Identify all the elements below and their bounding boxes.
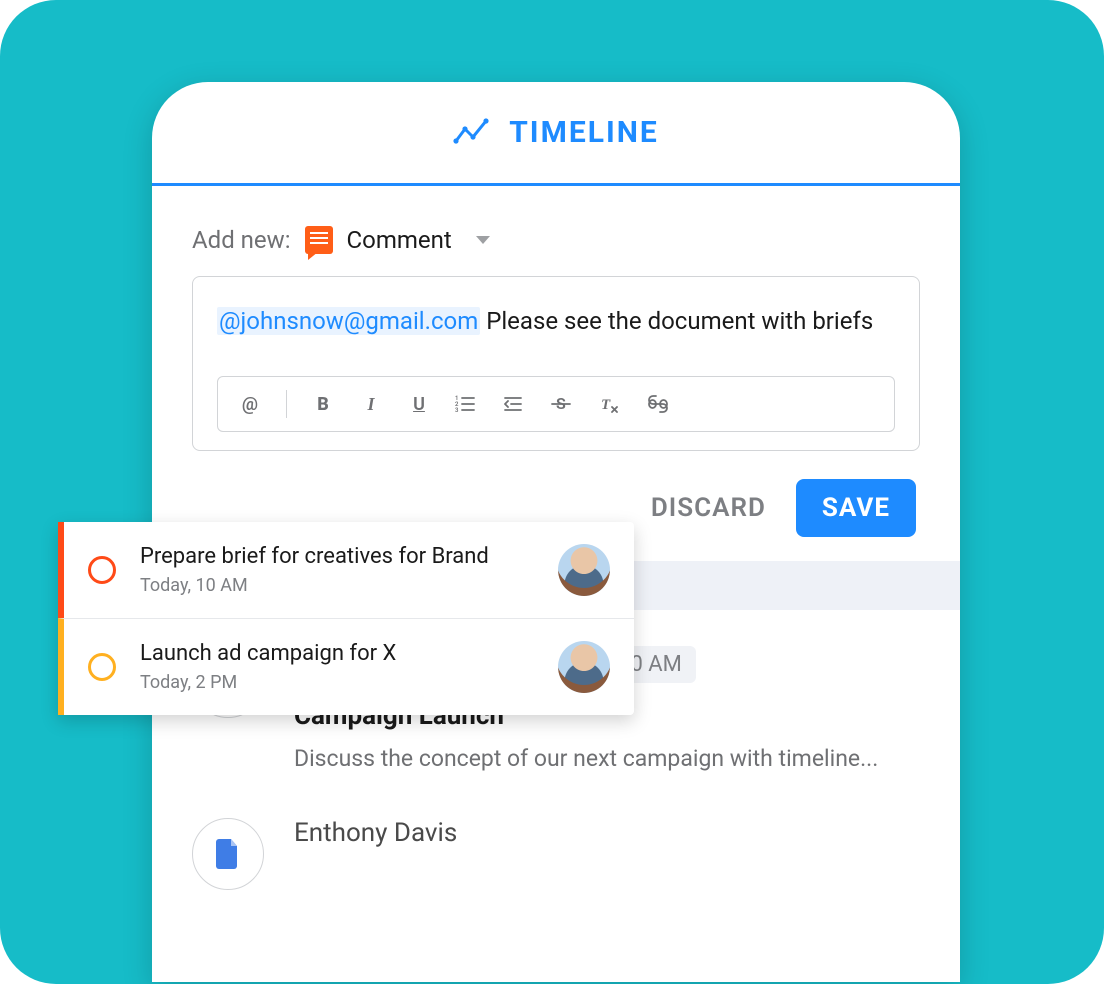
task-text: Launch ad campaign for X Today, 2 PM — [140, 641, 534, 693]
priority-ring-icon — [88, 653, 116, 681]
task-time: Today, 2 PM — [140, 672, 534, 693]
italic-button[interactable]: I — [359, 394, 383, 415]
entry-description: Discuss the concept of our next campaign… — [294, 745, 920, 772]
link-button[interactable] — [647, 395, 671, 413]
priority-ring-icon — [88, 556, 116, 584]
strikethrough-button[interactable]: S — [551, 395, 575, 413]
entry-type-icon-wrap — [192, 818, 264, 890]
underline-button[interactable]: U — [407, 394, 431, 415]
task-title: Prepare brief for creatives for Brand — [140, 544, 534, 569]
comment-editor[interactable]: @johnsnow@gmail.com Please see the docum… — [192, 276, 920, 451]
entry-author: Enthony Davis — [294, 818, 457, 848]
mention-chip[interactable]: @johnsnow@gmail.com — [217, 307, 480, 335]
document-icon — [216, 839, 240, 869]
timeline-entry[interactable]: Enthony Davis — [192, 818, 920, 890]
assignee-avatar[interactable] — [558, 641, 610, 693]
task-item[interactable]: Prepare brief for creatives for Brand To… — [58, 522, 634, 618]
comment-icon — [305, 226, 333, 254]
add-new-type-label: Comment — [347, 226, 452, 254]
entry-body: Enthony Davis — [294, 818, 920, 866]
editor-toolbar: @ B I U 123 S T — [217, 376, 895, 432]
comment-text-area[interactable]: @johnsnow@gmail.com Please see the docum… — [217, 303, 895, 340]
add-new-row: Add new: Comment — [152, 186, 960, 276]
discard-button[interactable]: DISCARD — [651, 493, 766, 523]
card-header: TIMELINE — [152, 82, 960, 186]
numbered-list-button[interactable]: 123 — [455, 395, 479, 413]
svg-text:3: 3 — [455, 407, 459, 413]
svg-text:T: T — [601, 397, 611, 413]
timeline-icon — [453, 115, 489, 151]
toolbar-separator — [286, 390, 287, 418]
bold-button[interactable]: B — [311, 394, 335, 415]
task-item[interactable]: Launch ad campaign for X Today, 2 PM — [58, 618, 634, 715]
assignee-avatar[interactable] — [558, 544, 610, 596]
task-popover: Prepare brief for creatives for Brand To… — [58, 522, 634, 715]
save-button[interactable]: SAVE — [796, 479, 916, 537]
outdent-button[interactable] — [503, 395, 527, 413]
entry-head: Enthony Davis — [294, 818, 920, 848]
add-new-label: Add new: — [192, 226, 291, 254]
task-title: Launch ad campaign for X — [140, 641, 534, 666]
card-title: TIMELINE — [509, 115, 659, 150]
task-time: Today, 10 AM — [140, 575, 534, 596]
add-new-type-dropdown[interactable] — [476, 236, 490, 244]
task-text: Prepare brief for creatives for Brand To… — [140, 544, 534, 596]
comment-body-text: Please see the document with briefs — [480, 307, 873, 335]
stage: TIMELINE Add new: Comment @johnsnow@gmai… — [0, 0, 1104, 984]
mention-button[interactable]: @ — [238, 394, 262, 415]
clear-format-button[interactable]: T — [599, 395, 623, 413]
